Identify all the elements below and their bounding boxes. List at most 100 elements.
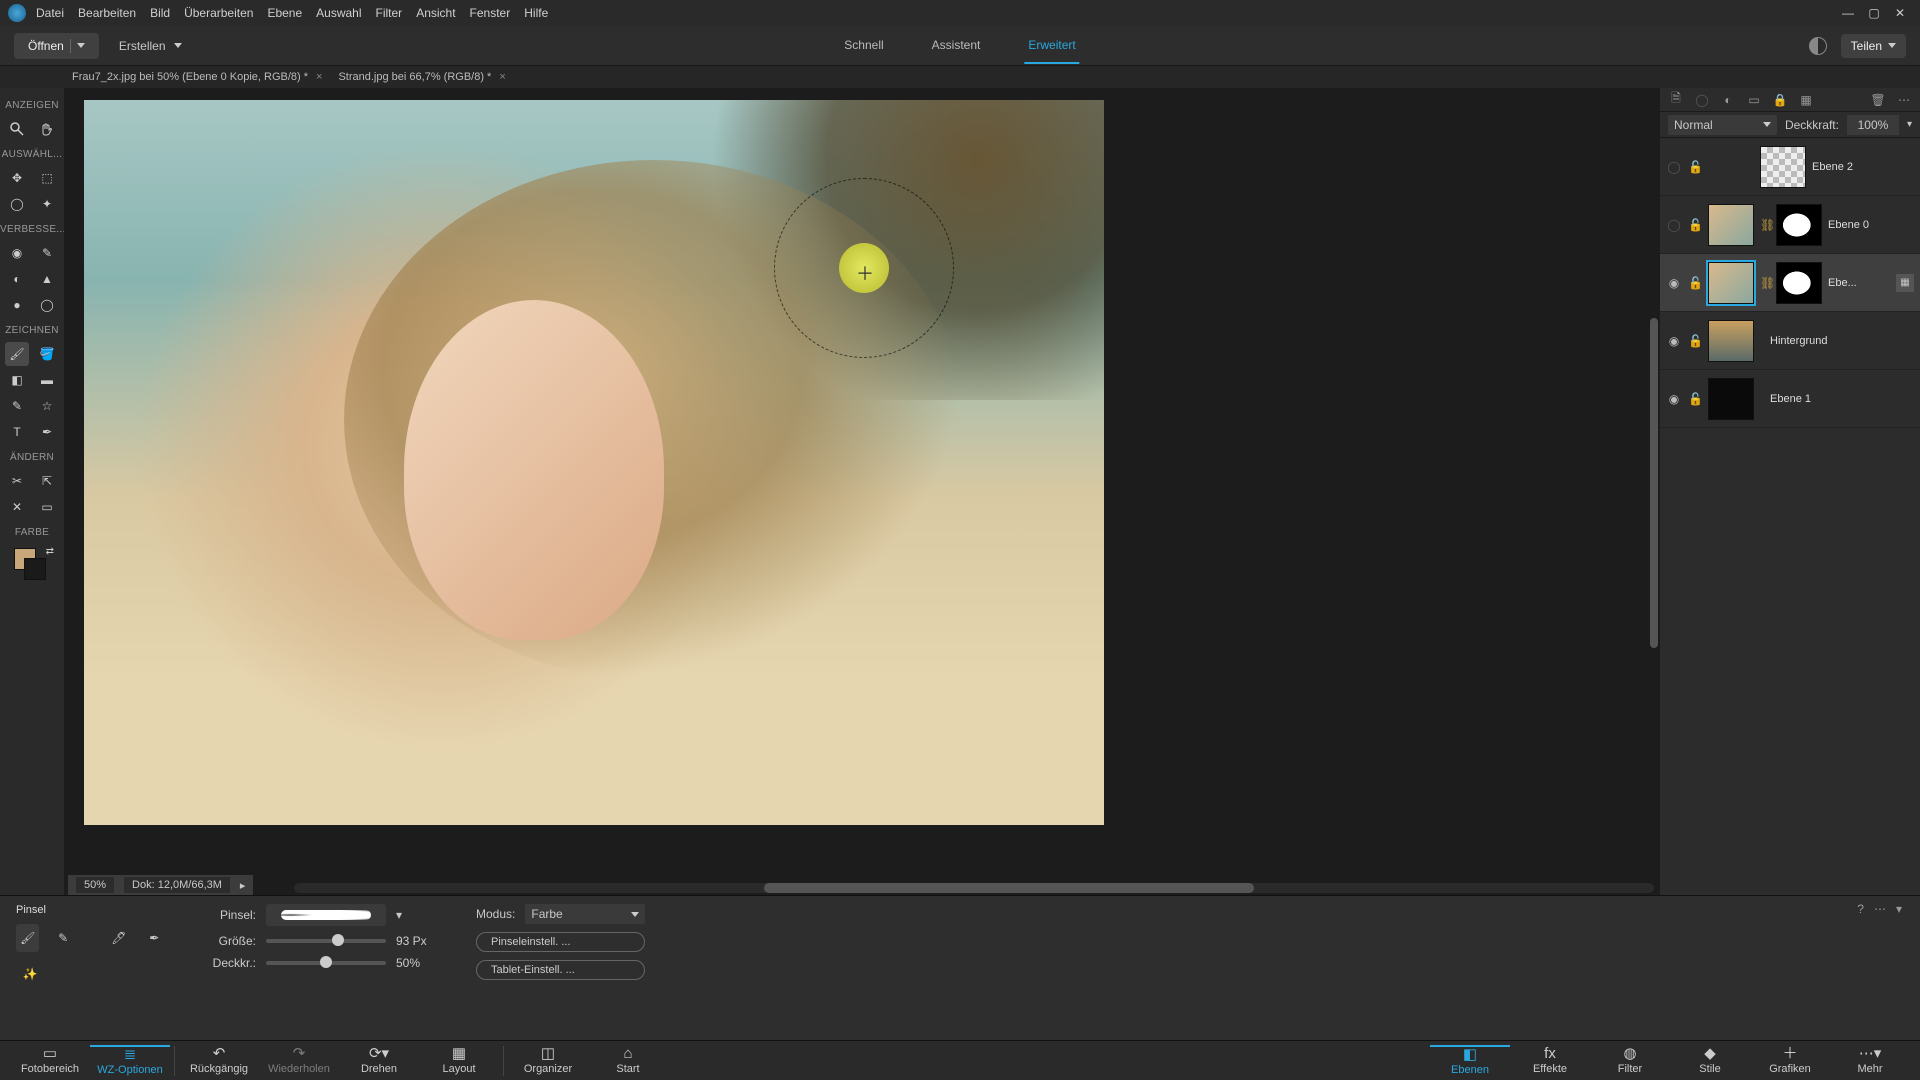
link-icon[interactable]: ⛓ bbox=[1760, 276, 1770, 290]
layer-mask-icon[interactable]: ▭ bbox=[1746, 92, 1762, 108]
menu-auswahl[interactable]: Auswahl bbox=[316, 6, 361, 20]
paint-bucket-tool-icon[interactable]: 🪣 bbox=[35, 342, 59, 366]
size-value[interactable]: 93 Px bbox=[396, 934, 436, 948]
layer-group-icon[interactable]: ◯ bbox=[1694, 92, 1710, 108]
canvas-area[interactable]: ＋ 50% Dok: 12,0M/66,3M ▸ bbox=[64, 88, 1660, 895]
lock-icon[interactable]: 🔓 bbox=[1688, 392, 1702, 406]
layer-row[interactable]: ◯ 🔓 ⛓ Ebene 0 bbox=[1660, 196, 1920, 254]
layer-name[interactable]: Ebene 1 bbox=[1760, 393, 1914, 405]
recompose-tool-icon[interactable]: ⇱ bbox=[35, 469, 59, 493]
brush-variant-4-icon[interactable]: ✒ bbox=[143, 924, 166, 952]
bottom-wzoptionen[interactable]: ≣ WZ-Optionen bbox=[90, 1045, 170, 1076]
blur-tool-icon[interactable]: ● bbox=[5, 293, 29, 317]
slider-knob[interactable] bbox=[332, 934, 344, 946]
brush-opacity-value[interactable]: 50% bbox=[396, 956, 436, 970]
gradient-tool-icon[interactable]: ▬ bbox=[35, 368, 59, 392]
lock-icon[interactable]: 🔓 bbox=[1688, 276, 1702, 290]
menu-fenster[interactable]: Fenster bbox=[470, 6, 511, 20]
bottom-organizer[interactable]: ◫ Organizer bbox=[508, 1045, 588, 1076]
layer-name[interactable]: Ebene 2 bbox=[1812, 161, 1914, 173]
menu-ueberarbeiten[interactable]: Überarbeiten bbox=[184, 6, 253, 20]
vertical-scrollbar-thumb[interactable] bbox=[1650, 318, 1658, 648]
pen-tool-icon[interactable]: ✒ bbox=[35, 420, 59, 444]
layer-opacity-field[interactable]: 100% bbox=[1847, 115, 1899, 135]
minimize-icon[interactable]: — bbox=[1836, 4, 1860, 22]
lasso-tool-icon[interactable]: ◯ bbox=[5, 192, 29, 216]
brush-variant-2-icon[interactable]: ✎ bbox=[51, 924, 74, 952]
brush-variant-5-icon[interactable]: ✨ bbox=[16, 960, 44, 988]
type-tool-icon[interactable]: T bbox=[5, 420, 29, 444]
close-icon[interactable]: × bbox=[499, 71, 505, 83]
tab-assistent[interactable]: Assistent bbox=[928, 28, 985, 64]
bottom-stile[interactable]: ◆ Stile bbox=[1670, 1045, 1750, 1076]
layer-fx-icon[interactable]: ▦ bbox=[1896, 274, 1914, 292]
create-dropdown[interactable]: Erstellen bbox=[119, 39, 182, 53]
layer-name[interactable]: Hintergrund bbox=[1760, 335, 1914, 347]
doc-tab-1[interactable]: Frau7_2x.jpg bei 50% (Ebene 0 Kopie, RGB… bbox=[72, 71, 322, 83]
bottom-layout[interactable]: ▦ Layout bbox=[419, 1045, 499, 1076]
layer-row[interactable]: ◯ 🔓 Ebene 2 bbox=[1660, 138, 1920, 196]
layer-thumbnail[interactable] bbox=[1708, 262, 1754, 304]
tablet-settings-button[interactable]: Tablet-Einstell. ... bbox=[476, 960, 645, 980]
straighten-tool-icon[interactable]: ▭ bbox=[35, 495, 59, 519]
help-icon[interactable]: ? bbox=[1857, 902, 1864, 916]
visibility-toggle-icon[interactable]: ◉ bbox=[1666, 276, 1682, 290]
wand-tool-icon[interactable]: ✦ bbox=[35, 192, 59, 216]
panel-menu-icon[interactable]: ⋯ bbox=[1896, 92, 1912, 108]
blend-mode-dropdown[interactable]: Normal bbox=[1668, 115, 1777, 135]
close-icon[interactable]: ✕ bbox=[1888, 4, 1912, 22]
redeye-tool-icon[interactable]: ◉ bbox=[5, 241, 29, 265]
link-icon[interactable]: ⛓ bbox=[1760, 218, 1770, 232]
lock-icon[interactable]: 🔓 bbox=[1688, 160, 1702, 174]
doc-tab-2[interactable]: Strand.jpg bei 66,7% (RGB/8) * × bbox=[338, 71, 505, 83]
brush-variant-3-icon[interactable]: 🖊 bbox=[107, 924, 130, 952]
maximize-icon[interactable]: ▢ bbox=[1862, 4, 1886, 22]
menu-datei[interactable]: Datei bbox=[36, 6, 64, 20]
menu-filter[interactable]: Filter bbox=[376, 6, 403, 20]
brush-preset-dropdown[interactable] bbox=[266, 904, 386, 926]
close-icon[interactable]: × bbox=[316, 71, 322, 83]
bottom-fotobereich[interactable]: ▭ Fotobereich bbox=[10, 1045, 90, 1076]
delete-layer-icon[interactable]: 🗑 bbox=[1870, 92, 1886, 108]
bottom-rueckgaengig[interactable]: ↶ Rückgängig bbox=[179, 1045, 259, 1076]
lock-icon[interactable]: 🔓 bbox=[1688, 218, 1702, 232]
layer-name[interactable]: Ebe... bbox=[1828, 277, 1890, 289]
crop-tool-icon[interactable]: ✂ bbox=[5, 469, 29, 493]
brush-mode-dropdown[interactable]: Farbe bbox=[525, 904, 645, 924]
bottom-wiederholen[interactable]: ↷ Wiederholen bbox=[259, 1045, 339, 1076]
tab-schnell[interactable]: Schnell bbox=[840, 28, 887, 64]
document-canvas[interactable] bbox=[84, 100, 1104, 825]
statusbar-chevron-icon[interactable]: ▸ bbox=[240, 879, 246, 892]
menu-bearbeiten[interactable]: Bearbeiten bbox=[78, 6, 136, 20]
brush-settings-button[interactable]: Pinseleinstell. ... bbox=[476, 932, 645, 952]
layer-row[interactable]: ◉ 🔓 Hintergrund bbox=[1660, 312, 1920, 370]
pencil-tool-icon[interactable]: ✎ bbox=[5, 394, 29, 418]
size-slider[interactable] bbox=[266, 939, 386, 943]
bottom-filter[interactable]: ◍ Filter bbox=[1590, 1045, 1670, 1076]
panel-menu-icon[interactable]: ⋯ bbox=[1874, 902, 1886, 916]
bottom-ebenen[interactable]: ◧ Ebenen bbox=[1430, 1045, 1510, 1076]
menu-ebene[interactable]: Ebene bbox=[267, 6, 302, 20]
brush-opacity-slider[interactable] bbox=[266, 961, 386, 965]
brush-variant-1-icon[interactable]: 🖌 bbox=[16, 924, 39, 952]
visibility-toggle-icon[interactable]: ◉ bbox=[1666, 392, 1682, 406]
visibility-toggle-icon[interactable]: ◯ bbox=[1666, 160, 1682, 174]
chevron-down-icon[interactable]: ▾ bbox=[396, 908, 402, 922]
zoom-tool-icon[interactable] bbox=[5, 117, 29, 141]
layer-row[interactable]: ◉ 🔓 Ebene 1 bbox=[1660, 370, 1920, 428]
adjustment-layer-icon[interactable]: ◐ bbox=[1720, 92, 1736, 108]
menu-hilfe[interactable]: Hilfe bbox=[524, 6, 548, 20]
new-layer-icon[interactable]: 🗎 bbox=[1668, 92, 1684, 108]
horizontal-scrollbar-thumb[interactable] bbox=[764, 883, 1254, 893]
layer-mask-thumbnail[interactable] bbox=[1776, 204, 1822, 246]
open-button[interactable]: Öffnen bbox=[14, 33, 99, 59]
swap-colors-icon[interactable]: ⇄ bbox=[46, 546, 54, 557]
theme-toggle-icon[interactable] bbox=[1809, 37, 1827, 55]
bottom-drehen[interactable]: ⟳▾ Drehen bbox=[339, 1045, 419, 1076]
share-button[interactable]: Teilen bbox=[1841, 34, 1906, 58]
tab-erweitert[interactable]: Erweitert bbox=[1024, 28, 1079, 64]
chevron-down-icon[interactable]: ▾ bbox=[1907, 119, 1912, 130]
collapse-icon[interactable]: ▾ bbox=[1896, 902, 1902, 916]
lock-icon[interactable]: 🔓 bbox=[1688, 334, 1702, 348]
lock-layer-icon[interactable]: 🔒 bbox=[1772, 92, 1788, 108]
